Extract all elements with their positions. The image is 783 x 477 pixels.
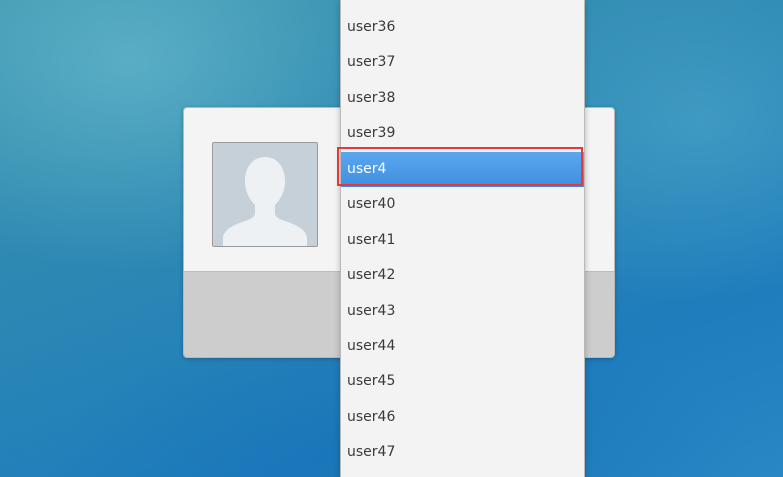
user-option[interactable]: user47 [341, 435, 584, 470]
user-option[interactable]: user44 [341, 329, 584, 364]
user-option[interactable]: user43 [341, 294, 584, 329]
user-option[interactable]: user46 [341, 400, 584, 435]
user-avatar [212, 142, 318, 247]
user-option[interactable]: user37 [341, 45, 584, 80]
desktop-background: user36 user37 user38 user39 user4 user40… [0, 0, 783, 477]
user-select-dropdown[interactable]: user36 user37 user38 user39 user4 user40… [340, 0, 585, 477]
user-option[interactable]: user40 [341, 187, 584, 222]
user-option-selected[interactable]: user4 [341, 152, 584, 187]
user-option[interactable]: user36 [341, 10, 584, 45]
user-option[interactable]: user39 [341, 116, 584, 151]
user-option[interactable]: user42 [341, 258, 584, 293]
user-option[interactable]: user41 [341, 223, 584, 258]
user-option[interactable]: user45 [341, 364, 584, 399]
user-silhouette-icon [213, 143, 317, 246]
user-option[interactable]: user38 [341, 81, 584, 116]
